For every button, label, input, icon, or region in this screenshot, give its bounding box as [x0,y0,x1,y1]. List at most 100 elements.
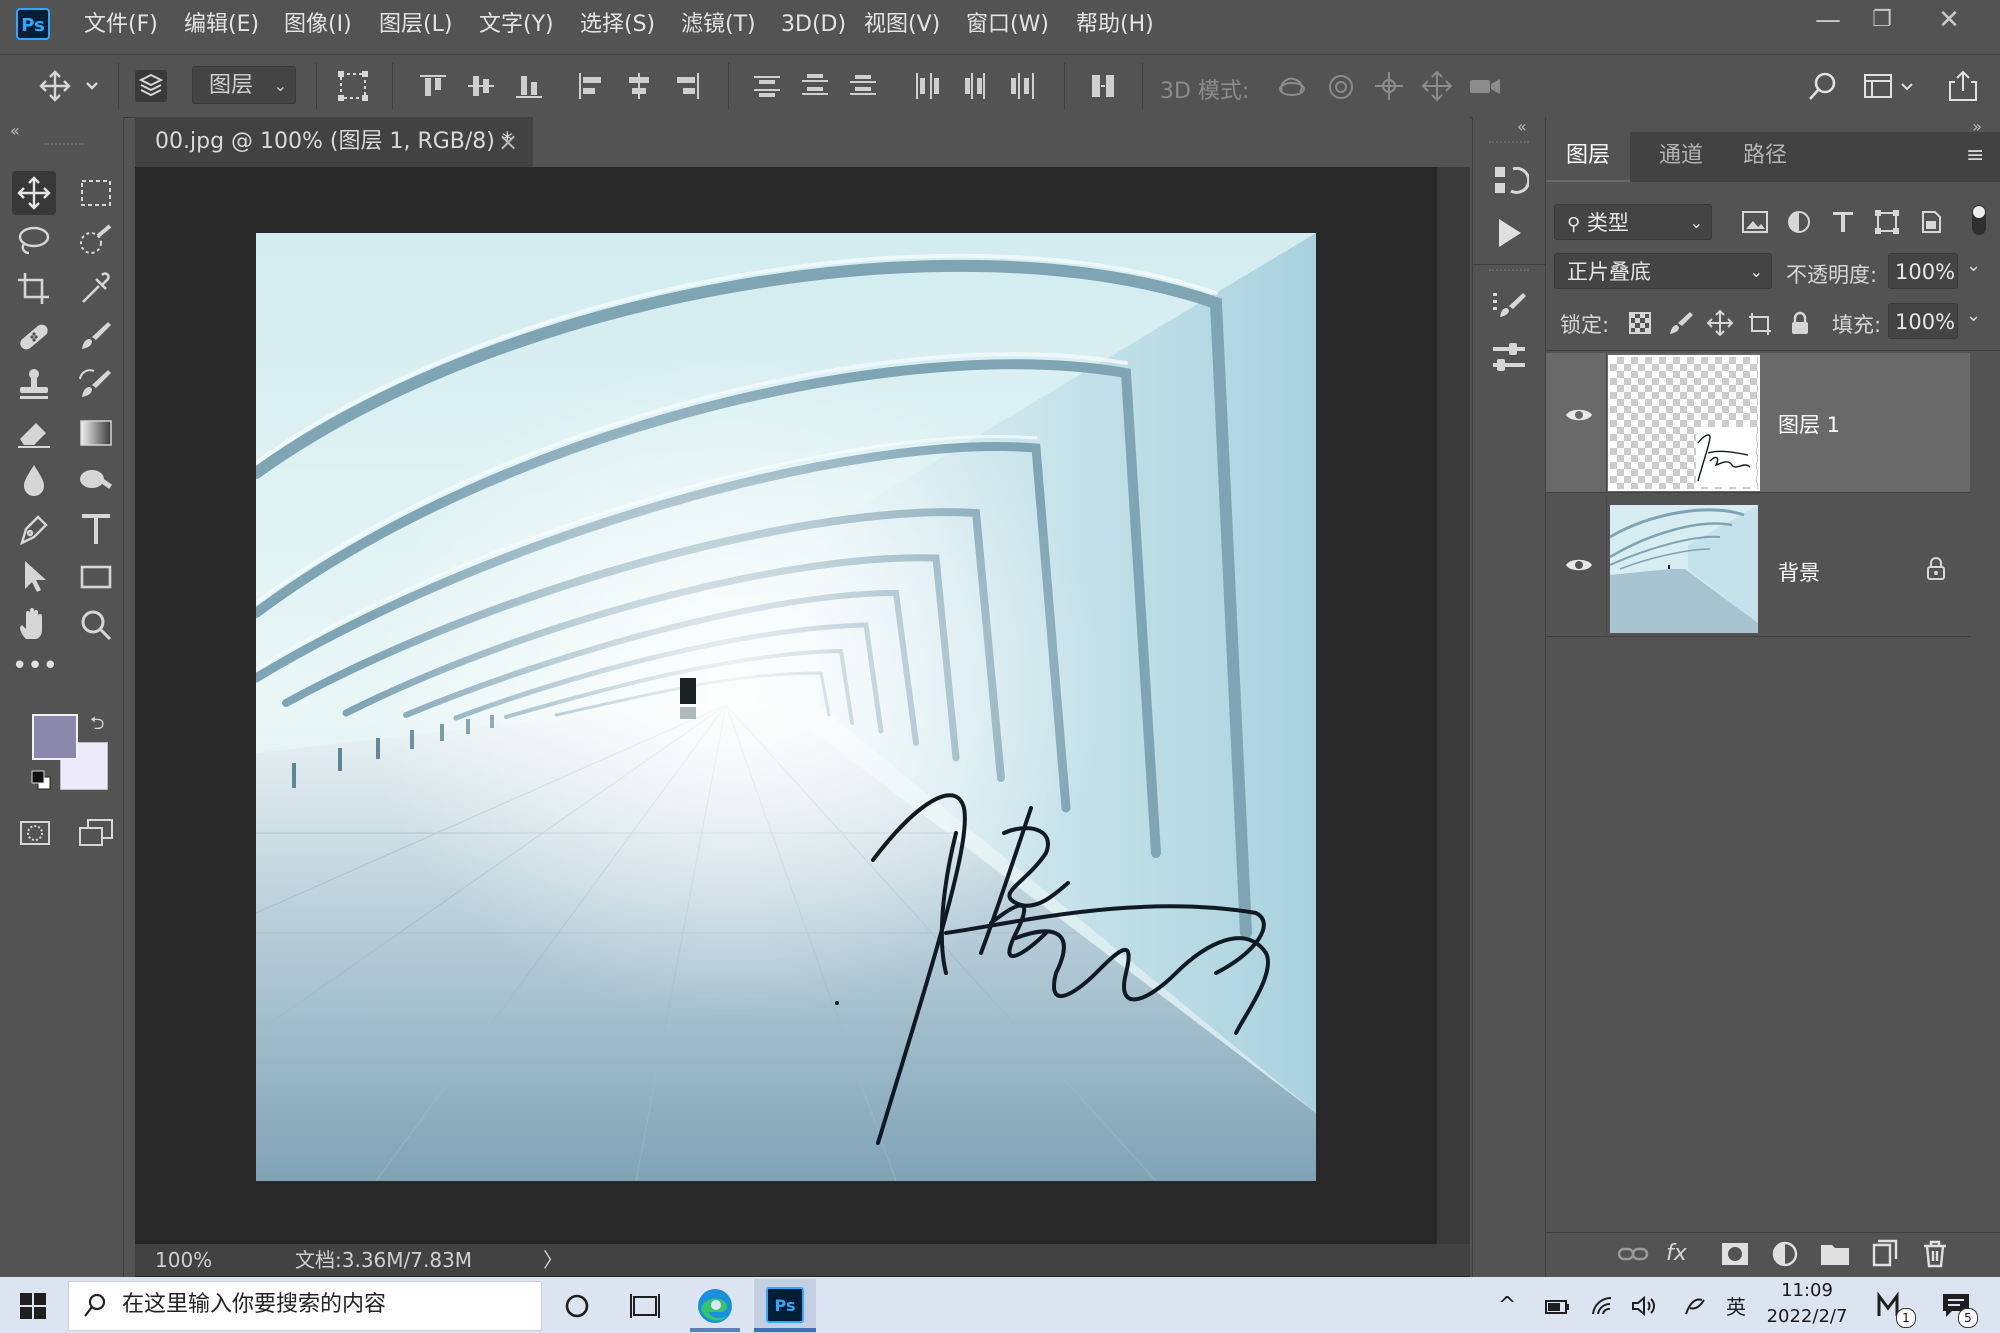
canvas-image[interactable] [256,233,1316,1181]
restore-button[interactable]: ❐ [1855,0,1909,40]
actions-play-icon[interactable] [1489,213,1529,253]
distribute-top-icon[interactable] [750,69,784,103]
photoshop-logo[interactable]: Ps [16,8,50,40]
lasso-tool-icon[interactable] [12,219,56,263]
align-left-icon[interactable] [574,69,608,103]
blur-tool-icon[interactable] [12,459,56,503]
fill-chevron-icon[interactable]: ⌄ [1966,305,1981,326]
clock-date[interactable]: 2022/2/7 [1764,1306,1850,1327]
brush-settings-icon[interactable] [1489,287,1529,327]
3d-slide-icon[interactable] [1420,69,1454,103]
dodge-tool-icon[interactable] [74,459,118,503]
task-view-icon[interactable] [624,1285,666,1327]
hand-tool-icon[interactable] [12,603,56,647]
strip-grip-2[interactable] [1489,269,1529,275]
quick-mask-icon[interactable] [16,813,56,853]
close-tab-icon[interactable]: × [498,117,530,167]
align-vertical-center-icon[interactable] [464,69,498,103]
background-layer-name[interactable]: 背景 [1778,557,1820,587]
link-layers-icon[interactable] [1616,1237,1650,1271]
pen-tool-icon[interactable] [12,507,56,551]
add-mask-icon[interactable] [1718,1237,1752,1271]
menu-edit[interactable]: 编辑(E) [184,0,259,50]
distribute-bottom-icon[interactable] [846,69,880,103]
collapse-left-icon[interactable]: « [10,121,20,140]
panel-menu-icon[interactable]: ≡ [1966,143,1984,168]
default-colors-icon[interactable] [30,769,52,791]
crop-tool-icon[interactable] [12,267,56,311]
foreground-color-swatch[interactable] [32,714,78,760]
path-selection-tool-icon[interactable] [12,555,56,599]
filter-shape-icon[interactable] [1872,207,1902,237]
input-method-indicator[interactable]: 英 [1726,1291,1746,1320]
new-layer-icon[interactable] [1868,1237,1902,1271]
edit-toolbar-icon[interactable]: ••• [12,651,58,695]
layer1-thumbnail[interactable] [1608,355,1760,491]
3d-camera-icon[interactable] [1468,69,1502,103]
delete-layer-icon[interactable] [1918,1237,1952,1271]
volume-icon[interactable] [1630,1294,1658,1318]
menu-layer[interactable]: 图层(L) [379,0,452,50]
history-panel-icon[interactable] [1489,161,1529,201]
lock-all-icon[interactable] [1786,309,1814,337]
opacity-input[interactable]: 100% [1888,253,1958,289]
filter-smart-object-icon[interactable] [1916,207,1946,237]
marquee-tool-icon[interactable] [74,171,118,215]
new-adjustment-layer-icon[interactable] [1768,1237,1802,1271]
lock-position-icon[interactable] [1706,309,1734,337]
align-top-icon[interactable] [416,69,450,103]
filter-adjustment-icon[interactable] [1784,207,1814,237]
tab-channels[interactable]: 通道 [1646,132,1716,180]
brush-tool-icon[interactable] [74,315,118,359]
lock-artboard-icon[interactable] [1746,309,1774,337]
menu-help[interactable]: 帮助(H) [1076,0,1154,50]
menu-image[interactable]: 图像(I) [284,0,352,50]
close-button[interactable]: ✕ [1922,0,1976,40]
zoom-tool-icon[interactable] [74,603,118,647]
screen-mode-icon[interactable] [76,813,116,853]
eyedropper-tool-icon[interactable] [74,267,118,311]
layer1-name[interactable]: 图层 1 [1778,409,1840,439]
minimize-button[interactable]: — [1801,0,1855,40]
strip-grip[interactable] [1489,141,1529,147]
move-tool-preset-icon[interactable] [38,69,102,103]
layer-row-background[interactable]: 背景 [1546,497,1970,637]
distribute-left-icon[interactable] [910,69,944,103]
distribute-horizontal-center-icon[interactable] [958,69,992,103]
zoom-level[interactable]: 100% [155,1244,212,1276]
collapse-strip-icon[interactable]: « [1517,117,1527,136]
3d-pan-icon[interactable] [1372,69,1406,103]
lock-pixels-icon[interactable] [1666,309,1694,337]
layer-style-fx-icon[interactable]: fx [1666,1237,1700,1271]
menu-view[interactable]: 视图(V) [864,0,940,50]
menu-filter[interactable]: 滤镜(T) [681,0,756,50]
wifi-icon[interactable] [1590,1294,1618,1318]
menu-type[interactable]: 文字(Y) [479,0,554,50]
3d-roll-icon[interactable] [1324,69,1358,103]
adjustments-icon[interactable] [1489,339,1529,379]
auto-select-icon[interactable] [134,69,168,103]
menu-window[interactable]: 窗口(W) [966,0,1049,50]
tab-layers[interactable]: 图层 [1546,132,1630,182]
start-button-windows-icon[interactable] [18,1291,48,1321]
distribute-spacing-icon[interactable] [1086,69,1120,103]
new-group-icon[interactable] [1818,1237,1852,1271]
move-tool-icon[interactable] [12,171,56,215]
toolbar-grip[interactable] [44,143,84,149]
workspace-icon[interactable] [1862,69,1918,103]
swap-colors-icon[interactable]: ⮌ [90,711,104,741]
tab-paths[interactable]: 路径 [1730,132,1800,180]
align-bottom-icon[interactable] [512,69,546,103]
status-arrow-icon[interactable]: 〉 [543,1244,563,1276]
gradient-tool-icon[interactable] [74,411,118,455]
transform-controls-icon[interactable] [336,69,370,103]
healing-brush-tool-icon[interactable] [12,315,56,359]
clock-time[interactable]: 11:09 [1770,1280,1844,1301]
menu-3d[interactable]: 3D(D) [781,0,846,50]
vertical-scrollbar[interactable] [1437,167,1470,1244]
show-hidden-icons-icon[interactable]: ^ [1498,1293,1516,1318]
lock-transparent-icon[interactable] [1626,309,1654,337]
share-icon[interactable] [1946,69,1980,103]
menu-file[interactable]: 文件(F) [84,0,158,50]
blend-mode-select[interactable]: 正片叠底 ⌄ [1554,253,1772,289]
